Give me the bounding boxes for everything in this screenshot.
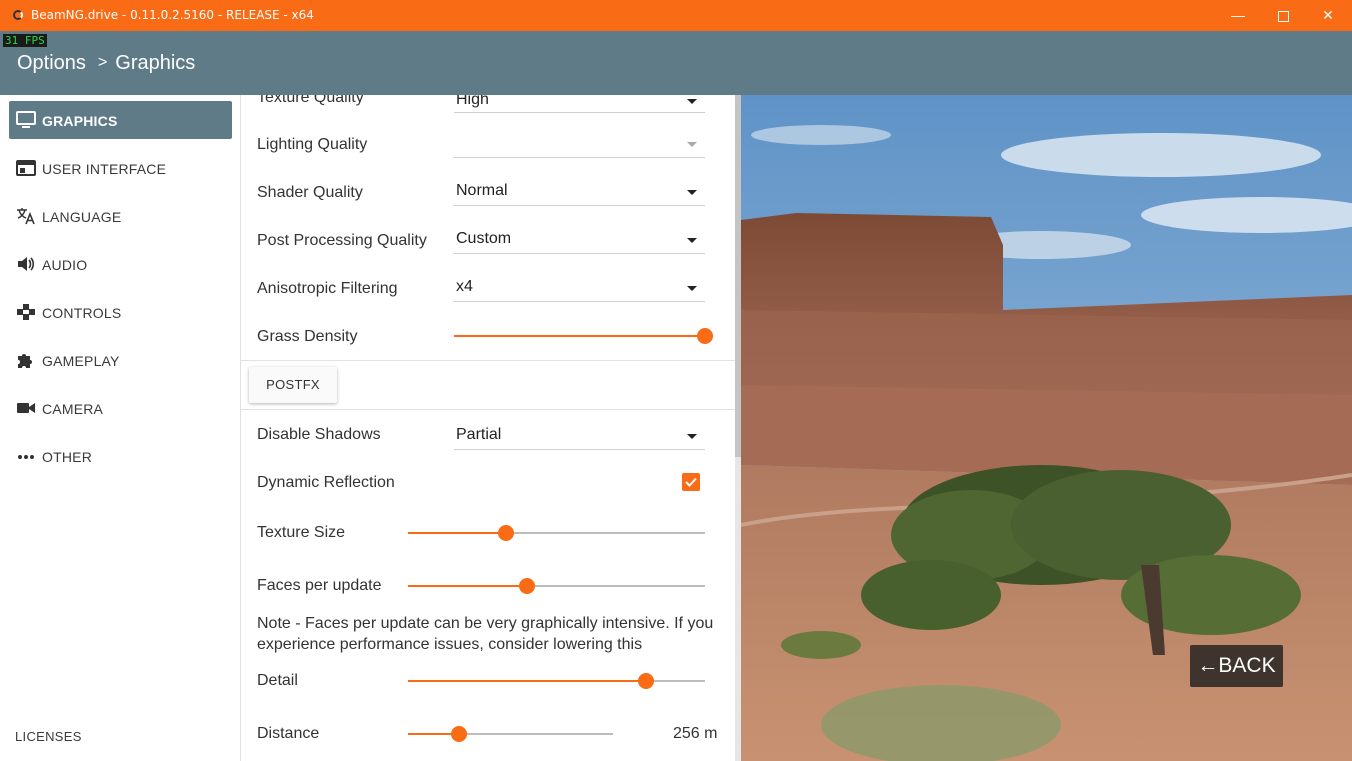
- dynamic-reflection-checkbox[interactable]: [682, 473, 700, 491]
- video-camera-icon: [17, 403, 35, 413]
- game-scene-background: ←BACK: [741, 95, 1352, 761]
- disable-shadows-label: Disable Shadows: [257, 426, 381, 443]
- sidebar-item-language[interactable]: LANGUAGE: [9, 197, 232, 235]
- grass-density-label: Grass Density: [257, 328, 358, 345]
- disable-shadows-value: Partial: [456, 426, 502, 443]
- breadcrumb-graphics: Graphics: [115, 52, 196, 74]
- chevron-down-icon: [687, 142, 697, 147]
- sidebar-item-label: AUDIO: [42, 257, 88, 273]
- slider-knob[interactable]: [498, 525, 514, 541]
- texture-size-label: Texture Size: [257, 524, 346, 541]
- lighting-quality-label: Lighting Quality: [257, 136, 368, 153]
- options-sidebar: GRAPHICS USER INTERFACE LANGUAGE AUDIO C…: [0, 95, 241, 761]
- post-processing-quality-label: Post Processing Quality: [257, 232, 427, 249]
- licenses-link[interactable]: LICENSES: [15, 729, 82, 744]
- puzzle-icon: [18, 354, 32, 368]
- chevron-down-icon: [687, 190, 697, 195]
- sidebar-item-other[interactable]: OTHER: [9, 437, 232, 475]
- sidebar-item-label: CONTROLS: [42, 305, 122, 321]
- sidebar-item-label: CAMERA: [42, 401, 104, 417]
- speaker-icon: [18, 257, 35, 271]
- distance-value: 256 m: [673, 725, 718, 742]
- translate-icon: [17, 208, 35, 225]
- anisotropic-filtering-value: x4: [456, 278, 473, 295]
- gamepad-icon: [17, 304, 35, 320]
- monitor-icon: [16, 111, 36, 128]
- anisotropic-filtering-select[interactable]: x4: [454, 276, 705, 302]
- breadcrumb-options[interactable]: Options: [17, 52, 86, 74]
- sidebar-item-label: OTHER: [42, 449, 92, 465]
- sidebar-item-label: GRAPHICS: [42, 113, 118, 129]
- shader-quality-value: Normal: [456, 182, 508, 199]
- anisotropic-filtering-label: Anisotropic Filtering: [257, 280, 398, 297]
- checkmark-icon: [685, 477, 697, 487]
- sidebar-item-controls[interactable]: CONTROLS: [9, 293, 232, 331]
- sidebar-item-label: USER INTERFACE: [42, 161, 167, 177]
- texture-quality-label: Texture Quality: [257, 95, 364, 106]
- chevron-down-icon: [687, 99, 697, 104]
- options-header: 31 FPS Options > Graphics: [0, 31, 1352, 95]
- faces-per-update-label: Faces per update: [257, 577, 382, 594]
- chevron-down-icon: [687, 286, 697, 291]
- chevron-down-icon: [687, 238, 697, 243]
- texture-quality-value: High: [456, 95, 489, 108]
- minimize-button[interactable]: —: [1215, 0, 1261, 31]
- post-processing-quality-select[interactable]: Custom: [454, 228, 705, 254]
- section-divider: [241, 409, 735, 410]
- sidebar-item-label: LANGUAGE: [42, 209, 122, 225]
- distance-label: Distance: [257, 725, 320, 742]
- section-divider: [241, 360, 735, 361]
- distance-slider[interactable]: [408, 726, 613, 742]
- breadcrumb: Options > Graphics: [17, 52, 195, 75]
- sidebar-item-graphics[interactable]: GRAPHICS: [9, 101, 232, 139]
- back-label: BACK: [1218, 654, 1276, 677]
- more-dots-icon: [18, 455, 34, 459]
- back-button[interactable]: ←BACK: [1190, 645, 1283, 687]
- back-arrow-icon: ←: [1197, 654, 1219, 677]
- window-title: BeamNG.drive - 0.11.0.2.5160 - RELEASE -…: [31, 8, 314, 22]
- detail-label: Detail: [257, 672, 298, 689]
- shader-quality-select[interactable]: Normal: [454, 180, 705, 206]
- slider-knob[interactable]: [697, 328, 713, 344]
- sidebar-item-gameplay[interactable]: GAMEPLAY: [9, 341, 232, 379]
- faces-per-update-slider[interactable]: [408, 578, 705, 594]
- texture-quality-select[interactable]: High: [454, 95, 705, 113]
- window-icon: [16, 160, 36, 176]
- chevron-down-icon: [687, 434, 697, 439]
- slider-fill: [408, 585, 527, 587]
- texture-size-slider[interactable]: [408, 525, 705, 541]
- graphics-settings-panel: Texture Quality High Lighting Quality Sh…: [241, 95, 735, 761]
- sidebar-item-user-interface[interactable]: USER INTERFACE: [9, 149, 232, 187]
- shader-quality-label: Shader Quality: [257, 184, 363, 201]
- disable-shadows-select[interactable]: Partial: [454, 424, 705, 450]
- fps-counter: 31 FPS: [3, 34, 47, 47]
- slider-fill: [408, 680, 646, 682]
- maximize-icon: [1277, 10, 1289, 22]
- postfx-button[interactable]: POSTFX: [249, 367, 337, 403]
- beamng-app-icon: [13, 10, 23, 20]
- slider-fill: [408, 532, 506, 534]
- slider-knob[interactable]: [637, 673, 654, 689]
- dynamic-reflection-label: Dynamic Reflection: [257, 474, 395, 491]
- sidebar-item-audio[interactable]: AUDIO: [9, 245, 232, 283]
- close-button[interactable]: ✕: [1305, 0, 1351, 31]
- breadcrumb-separator: >: [97, 54, 108, 71]
- post-processing-quality-value: Custom: [456, 230, 512, 247]
- maximize-button[interactable]: [1260, 0, 1306, 31]
- grass-density-slider[interactable]: [454, 328, 713, 344]
- slider-knob[interactable]: [518, 578, 535, 594]
- sidebar-item-camera[interactable]: CAMERA: [9, 389, 232, 427]
- slider-fill: [454, 335, 705, 337]
- faces-per-update-note: Note - Faces per update can be very grap…: [257, 615, 714, 653]
- detail-slider[interactable]: [408, 673, 705, 689]
- slider-knob[interactable]: [451, 726, 468, 742]
- sidebar-item-label: GAMEPLAY: [42, 353, 120, 369]
- lighting-quality-select[interactable]: [454, 132, 705, 158]
- window-title-bar: BeamNG.drive - 0.11.0.2.5160 - RELEASE -…: [0, 0, 1352, 31]
